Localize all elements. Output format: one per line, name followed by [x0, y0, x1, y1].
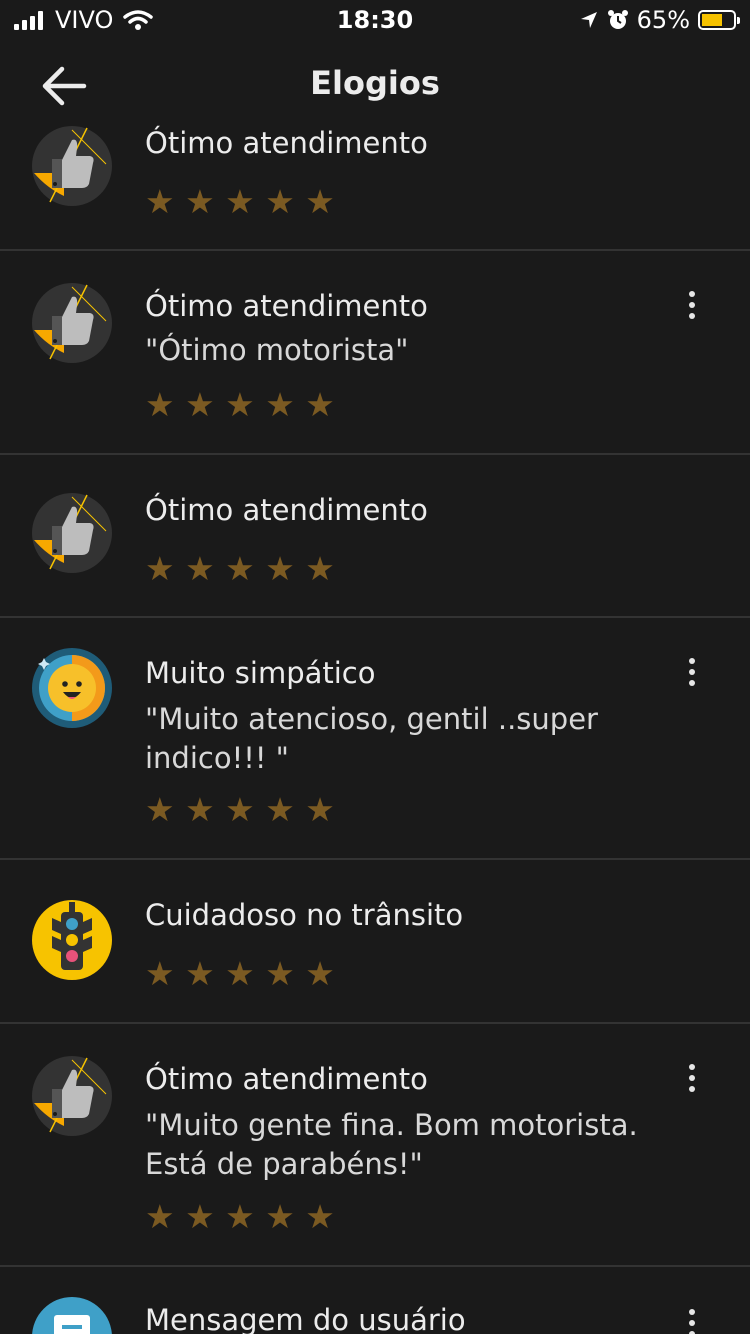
list-item: Ótimo atendimento ★ ★ ★ ★ ★ [0, 455, 750, 618]
compliment-title: Ótimo atendimento [145, 493, 428, 527]
list-item: Muito simpático "Muito atencioso, gentil… [0, 618, 750, 860]
alarm-icon [607, 10, 628, 29]
list-item: Mensagem do usuário [0, 1267, 750, 1334]
star-rating: ★ ★ ★ ★ ★ [145, 954, 335, 993]
smiley-face-icon [32, 648, 112, 728]
thumbs-up-icon [32, 283, 112, 363]
location-arrow-icon [580, 12, 597, 28]
list-item: Cuidadoso no trânsito ★ ★ ★ ★ ★ [0, 860, 750, 1024]
list-item: Ótimo atendimento ★ ★ ★ ★ ★ [0, 126, 750, 251]
more-options-button[interactable] [672, 1301, 712, 1334]
compliment-title: Ótimo atendimento [145, 126, 428, 160]
star-rating: ★ ★ ★ ★ ★ [145, 549, 335, 588]
star-rating: ★ ★ ★ ★ ★ [145, 1197, 335, 1236]
compliment-title: Mensagem do usuário [145, 1303, 466, 1334]
star-rating: ★ ★ ★ ★ ★ [145, 790, 335, 829]
status-right: 65% [579, 6, 740, 34]
page-title: Elogios [310, 64, 440, 102]
status-bar: VIVO 18:30 65% [0, 0, 750, 42]
compliment-title: Ótimo atendimento [145, 1062, 428, 1096]
battery-percent: 65% [636, 6, 690, 34]
thumbs-up-icon [32, 493, 112, 573]
compliment-comment: "Muito gente fina. Bom motorista. Está d… [145, 1108, 638, 1181]
star-rating: ★ ★ ★ ★ ★ [145, 385, 335, 424]
star-rating: ★ ★ ★ ★ ★ [145, 182, 335, 221]
thumbs-up-icon [32, 126, 112, 206]
thumbs-up-icon [32, 1056, 112, 1136]
compliment-title: Ótimo atendimento [145, 289, 428, 323]
list-item: Ótimo atendimento "Ótimo motorista" ★ ★ … [0, 251, 750, 455]
compliment-title: Muito simpático [145, 656, 376, 690]
more-options-button[interactable] [672, 1056, 712, 1100]
header: Elogios [0, 42, 750, 126]
more-options-button[interactable] [672, 283, 712, 327]
battery-icon [698, 10, 740, 30]
more-options-button[interactable] [672, 650, 712, 694]
message-icon [32, 1297, 112, 1334]
compliment-comment: "Muito atencioso, gentil ..super indico!… [145, 702, 598, 775]
compliment-comment: "Ótimo motorista" [145, 333, 409, 367]
list-item: Ótimo atendimento "Muito gente fina. Bom… [0, 1024, 750, 1267]
traffic-light-icon [32, 900, 112, 980]
compliment-title: Cuidadoso no trânsito [145, 898, 464, 932]
